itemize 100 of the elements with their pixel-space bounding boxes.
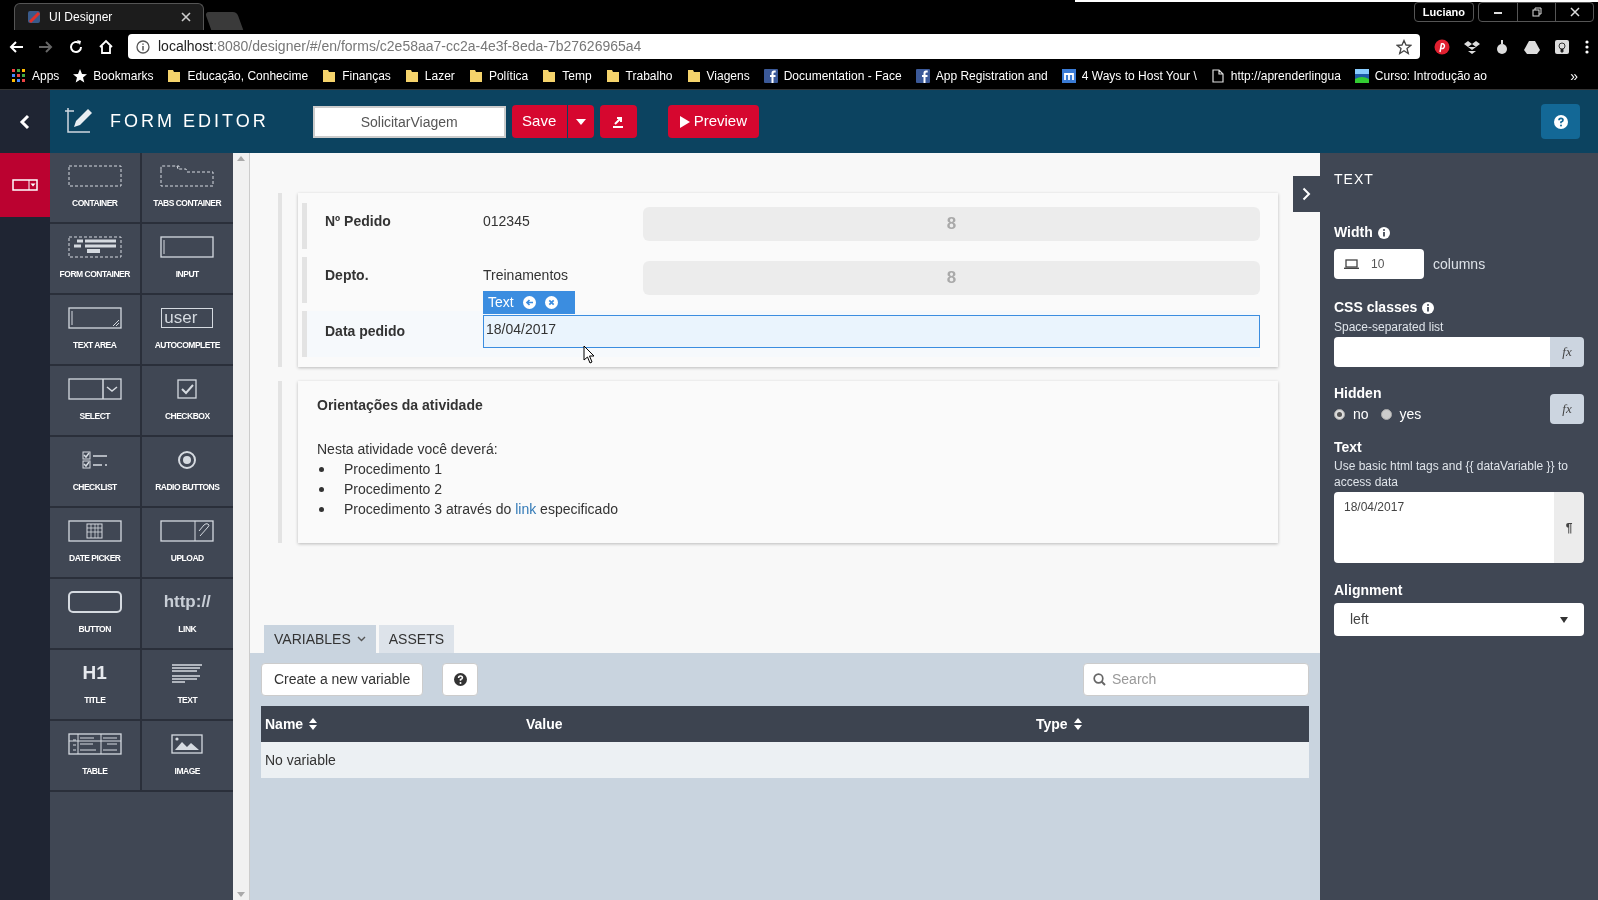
bookmark-item[interactable]: Educação, Conhecime [167,67,309,85]
property-label: Text [1334,438,1362,457]
panel-tab[interactable]: VARIABLES [264,625,376,653]
menu-icon[interactable] [1584,38,1590,55]
letter-m-icon [1061,69,1076,83]
text-area-field[interactable]: 18/04/2017 [1334,492,1554,563]
browser-tab[interactable]: UI Designer [14,3,204,30]
search-input[interactable]: Search [1112,669,1299,690]
save-button[interactable]: Save [511,105,567,138]
expression-button[interactable]: fx [1550,337,1584,367]
palette-item[interactable]: FORM CONTAINER [50,224,142,295]
palette-item[interactable]: H1 TITLE [50,650,142,721]
radio-option[interactable]: no [1334,404,1369,425]
component-type-label: Text [488,293,514,312]
reload-icon[interactable] [68,38,84,55]
list-item: Procedimento 2 [344,480,443,499]
paragraph-button[interactable]: ¶ [1554,492,1584,563]
link[interactable]: link [515,501,537,517]
toggle-panel-button[interactable] [1293,176,1320,212]
property-label: Alignment [1334,581,1403,600]
form-name-field[interactable]: SolicitarViagem [312,105,506,138]
landscape-icon [1354,69,1369,83]
star-icon[interactable] [1396,38,1412,55]
restore-icon[interactable] [1529,5,1544,19]
pin-icon[interactable] [1434,38,1450,55]
list-item: Procedimento 1 [344,460,443,479]
favicon-icon [27,10,41,24]
column-header[interactable]: Name [261,706,522,742]
bookmark-item[interactable]: Finanças [322,67,391,85]
sort-icon[interactable] [309,718,318,730]
property-label: CSS classes [1334,298,1418,317]
bookmark-item[interactable]: Apps [12,67,60,85]
css-classes-field[interactable] [1334,337,1550,367]
create-variable-button[interactable]: Create a new variable [261,663,424,696]
info-icon[interactable] [136,39,150,54]
preview-button[interactable]: Preview [667,105,760,138]
bookmark-item[interactable]: Temp [542,67,592,85]
profile-button[interactable]: Luciano [1413,2,1474,22]
bookmark-item[interactable]: Curso: Introdução ao [1354,67,1487,85]
more-bookmarks-button[interactable]: » [1570,65,1578,87]
palette-item[interactable]: BUTTON [50,579,142,650]
sort-icon[interactable] [1073,718,1082,730]
image-icon [171,734,204,754]
palette-tab[interactable] [0,153,50,217]
address-bar[interactable]: localhost:8080/designer/#/en/forms/c2e58aa7-cc2a-4e3f-8eda-7b27626965a4 [128,34,1420,59]
column-header[interactable]: Type [1032,706,1309,742]
panel-tab[interactable]: ASSETS [378,625,455,653]
property-label: Width [1334,223,1373,242]
collapse-icon[interactable] [19,113,31,130]
help-button[interactable] [1541,104,1580,139]
field-label: Data pedido [325,322,407,341]
radio-option[interactable]: yes [1380,404,1422,425]
palette-item[interactable]: CONTAINER [50,153,142,224]
help-button[interactable] [442,663,479,696]
chevron-right-icon [1302,187,1311,201]
bulb-icon[interactable] [1554,38,1570,55]
close-icon[interactable] [1567,5,1582,19]
alignment-select[interactable]: left [1334,603,1584,636]
expression-button[interactable]: fx [1550,393,1584,424]
close-icon[interactable] [181,12,191,22]
palette-item[interactable]: CHECKLIST [50,437,142,508]
folder-icon [542,69,557,83]
save-menu-button[interactable] [567,105,594,138]
remove-icon[interactable] [544,296,558,309]
checklist-icon [81,451,108,469]
hint-text: Space-separated list [1334,319,1445,336]
bookmark-item[interactable]: Bookmarks [73,67,154,85]
grid-icon [12,69,26,83]
button-icon [67,591,122,613]
bookmark-item[interactable]: Lazer [404,67,455,85]
search-icon [1093,673,1106,686]
palette-item[interactable]: DATE PICKER [50,508,142,579]
palette-item[interactable]: SELECT [50,366,142,437]
bookmark-item[interactable]: 4 Ways to Host Your \ [1061,67,1197,85]
move-left-icon[interactable] [522,296,536,309]
hint-text: Use basic html tags and {{ dataVariable }} to access data [1334,458,1569,490]
bookmark-item[interactable]: Trabalho [605,67,673,85]
bookmark-item[interactable]: http://aprenderlingua [1210,67,1341,85]
palette-item[interactable]: TEXT AREA [50,295,142,366]
help-icon [453,673,467,686]
info-icon[interactable] [1377,226,1390,239]
bookmark-item[interactable]: App Registration and [915,67,1048,85]
width-badge: 8 [643,261,1260,295]
list-item: Procedimento 3 através do link especificado [344,500,618,519]
info-icon[interactable] [1422,301,1435,314]
palette-item[interactable]: TABLE [50,721,142,792]
facebook-icon [915,69,930,83]
play-icon [679,115,690,128]
search-field[interactable]: Search [1083,663,1309,696]
forward-icon[interactable] [38,38,54,55]
back-icon[interactable] [8,38,24,55]
home-icon[interactable] [98,38,114,55]
export-button[interactable] [599,105,637,138]
text-area-icon [67,307,122,329]
bookmark-item[interactable]: Documentation - Face [763,67,902,85]
width-field[interactable]: 10 [1334,249,1424,279]
table-icon [67,733,122,755]
selected-text-component[interactable]: 18/04/2017 [483,315,1260,348]
bookmark-item[interactable]: Política [468,67,529,85]
bookmark-item[interactable]: Viagens [686,67,750,85]
